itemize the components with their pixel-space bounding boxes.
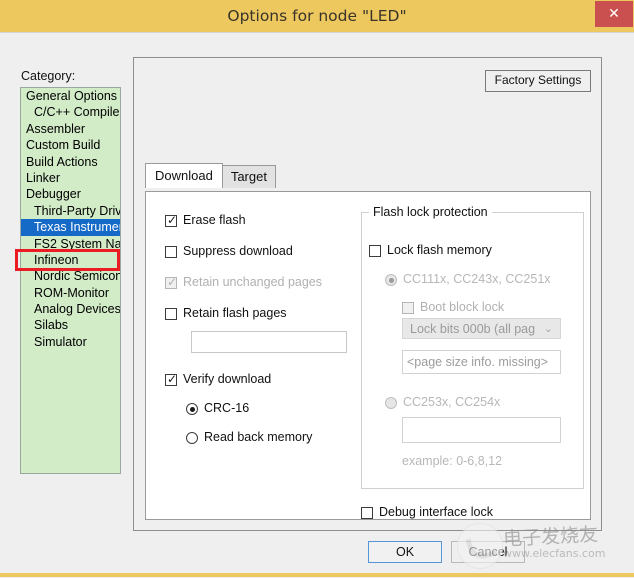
crc16-label: CRC-16 xyxy=(204,401,250,415)
debug-interface-lock-label: Debug interface lock xyxy=(379,505,493,519)
check-icon: ✓ xyxy=(167,213,178,227)
verify-download-checkbox[interactable]: ✓ xyxy=(165,372,178,386)
boot-block-lock-label: Boot block lock xyxy=(420,300,505,314)
lock-bits-dropdown[interactable]: Lock bits 000b (all pag ⌄ xyxy=(402,318,561,339)
suppress-download-label: Suppress download xyxy=(183,244,293,258)
chevron-down-icon: ⌄ xyxy=(543,322,553,335)
lock-bits-value: Lock bits 000b (all pag xyxy=(410,322,536,336)
crc16-radio[interactable] xyxy=(186,403,198,415)
sidebar-item-infineon[interactable]: Infineon xyxy=(21,252,120,268)
tab-download[interactable]: Download xyxy=(145,163,223,188)
flash-lock-protection-title: Flash lock protection xyxy=(369,205,492,219)
tab-target[interactable]: Target xyxy=(221,165,276,188)
sidebar-item-linker[interactable]: Linker xyxy=(21,170,120,186)
retain-flash-pages-input[interactable] xyxy=(191,331,347,353)
suppress-download-checkbox[interactable] xyxy=(165,246,177,258)
tabstrip: Download Target xyxy=(145,163,276,188)
sidebar-item-third-party-driver[interactable]: Third-Party Driver xyxy=(21,203,120,219)
window-titlebar: Options for node "LED" ✕ xyxy=(0,0,634,32)
sidebar-item-c-cpp-compiler[interactable]: C/C++ Compiler xyxy=(21,104,120,120)
factory-settings-button[interactable]: Factory Settings xyxy=(485,70,591,92)
page-size-info-input: <page size info. missing> xyxy=(402,350,561,374)
dialog-body: Category: General Options C/C++ Compiler… xyxy=(0,32,634,578)
cc111x-group-radio xyxy=(385,274,397,286)
check-icon: ✓ xyxy=(167,275,178,289)
radio-dot-icon xyxy=(388,277,394,283)
retain-unchanged-pages-label: Retain unchanged pages xyxy=(183,275,323,289)
read-back-memory-label: Read back memory xyxy=(204,430,313,444)
options-pane: Factory Settings Download Target ✓ Erase … xyxy=(133,57,602,531)
window-title: Options for node "LED" xyxy=(227,7,407,25)
sidebar-item-texas-instruments[interactable]: Texas Instruments xyxy=(21,219,120,236)
read-back-memory-radio[interactable] xyxy=(186,432,198,444)
category-label: Category: xyxy=(21,69,76,83)
boot-block-lock-checkbox xyxy=(402,302,414,314)
retain-flash-pages-label: Retain flash pages xyxy=(183,306,287,320)
lock-flash-memory-label: Lock flash memory xyxy=(387,243,492,257)
ok-button[interactable]: OK xyxy=(368,541,442,563)
page-size-info-value: <page size info. missing> xyxy=(407,355,549,369)
sidebar-item-fs2-system-navigator[interactable]: FS2 System Naviga xyxy=(21,236,120,252)
cancel-button[interactable]: Cancel xyxy=(451,541,525,563)
sidebar-item-silabs[interactable]: Silabs xyxy=(21,317,120,333)
sidebar-item-debugger[interactable]: Debugger xyxy=(21,186,120,202)
lock-flash-memory-checkbox[interactable] xyxy=(369,245,381,257)
sidebar-item-assembler[interactable]: Assembler xyxy=(21,121,120,137)
sidebar-item-custom-build[interactable]: Custom Build xyxy=(21,137,120,153)
retain-unchanged-pages-checkbox: ✓ xyxy=(165,275,178,289)
check-icon: ✓ xyxy=(167,372,178,386)
sidebar-item-nordic-semiconductor[interactable]: Nordic Semiconduc xyxy=(21,268,120,284)
download-tab-panel: ✓ Erase flash Suppress download ✓ Retain… xyxy=(145,191,591,520)
sidebar-item-analog-devices[interactable]: Analog Devices xyxy=(21,301,120,317)
example-hint-label: example: 0-6,8,12 xyxy=(402,454,503,468)
sidebar-item-build-actions[interactable]: Build Actions xyxy=(21,154,120,170)
erase-flash-label: Erase flash xyxy=(183,213,246,227)
radio-dot-icon xyxy=(189,406,195,412)
sidebar-item-general-options[interactable]: General Options xyxy=(21,88,120,104)
verify-download-label: Verify download xyxy=(183,372,272,386)
debug-interface-lock-checkbox[interactable] xyxy=(361,507,373,519)
sidebar-item-rom-monitor[interactable]: ROM-Monitor xyxy=(21,285,120,301)
cc111x-group-label: CC111x, CC243x, CC251x xyxy=(403,272,551,286)
close-icon[interactable]: ✕ xyxy=(595,1,633,27)
erase-flash-checkbox[interactable]: ✓ xyxy=(165,213,178,227)
cc253x-group-label: CC253x, CC254x xyxy=(403,395,501,409)
cc253x-group-radio xyxy=(385,397,397,409)
bottom-accent-strip xyxy=(0,573,634,577)
sidebar-item-simulator[interactable]: Simulator xyxy=(21,334,120,350)
lock-pages-input xyxy=(402,417,561,443)
category-list[interactable]: General Options C/C++ Compiler Assembler… xyxy=(20,87,121,474)
retain-flash-pages-checkbox[interactable] xyxy=(165,308,177,320)
